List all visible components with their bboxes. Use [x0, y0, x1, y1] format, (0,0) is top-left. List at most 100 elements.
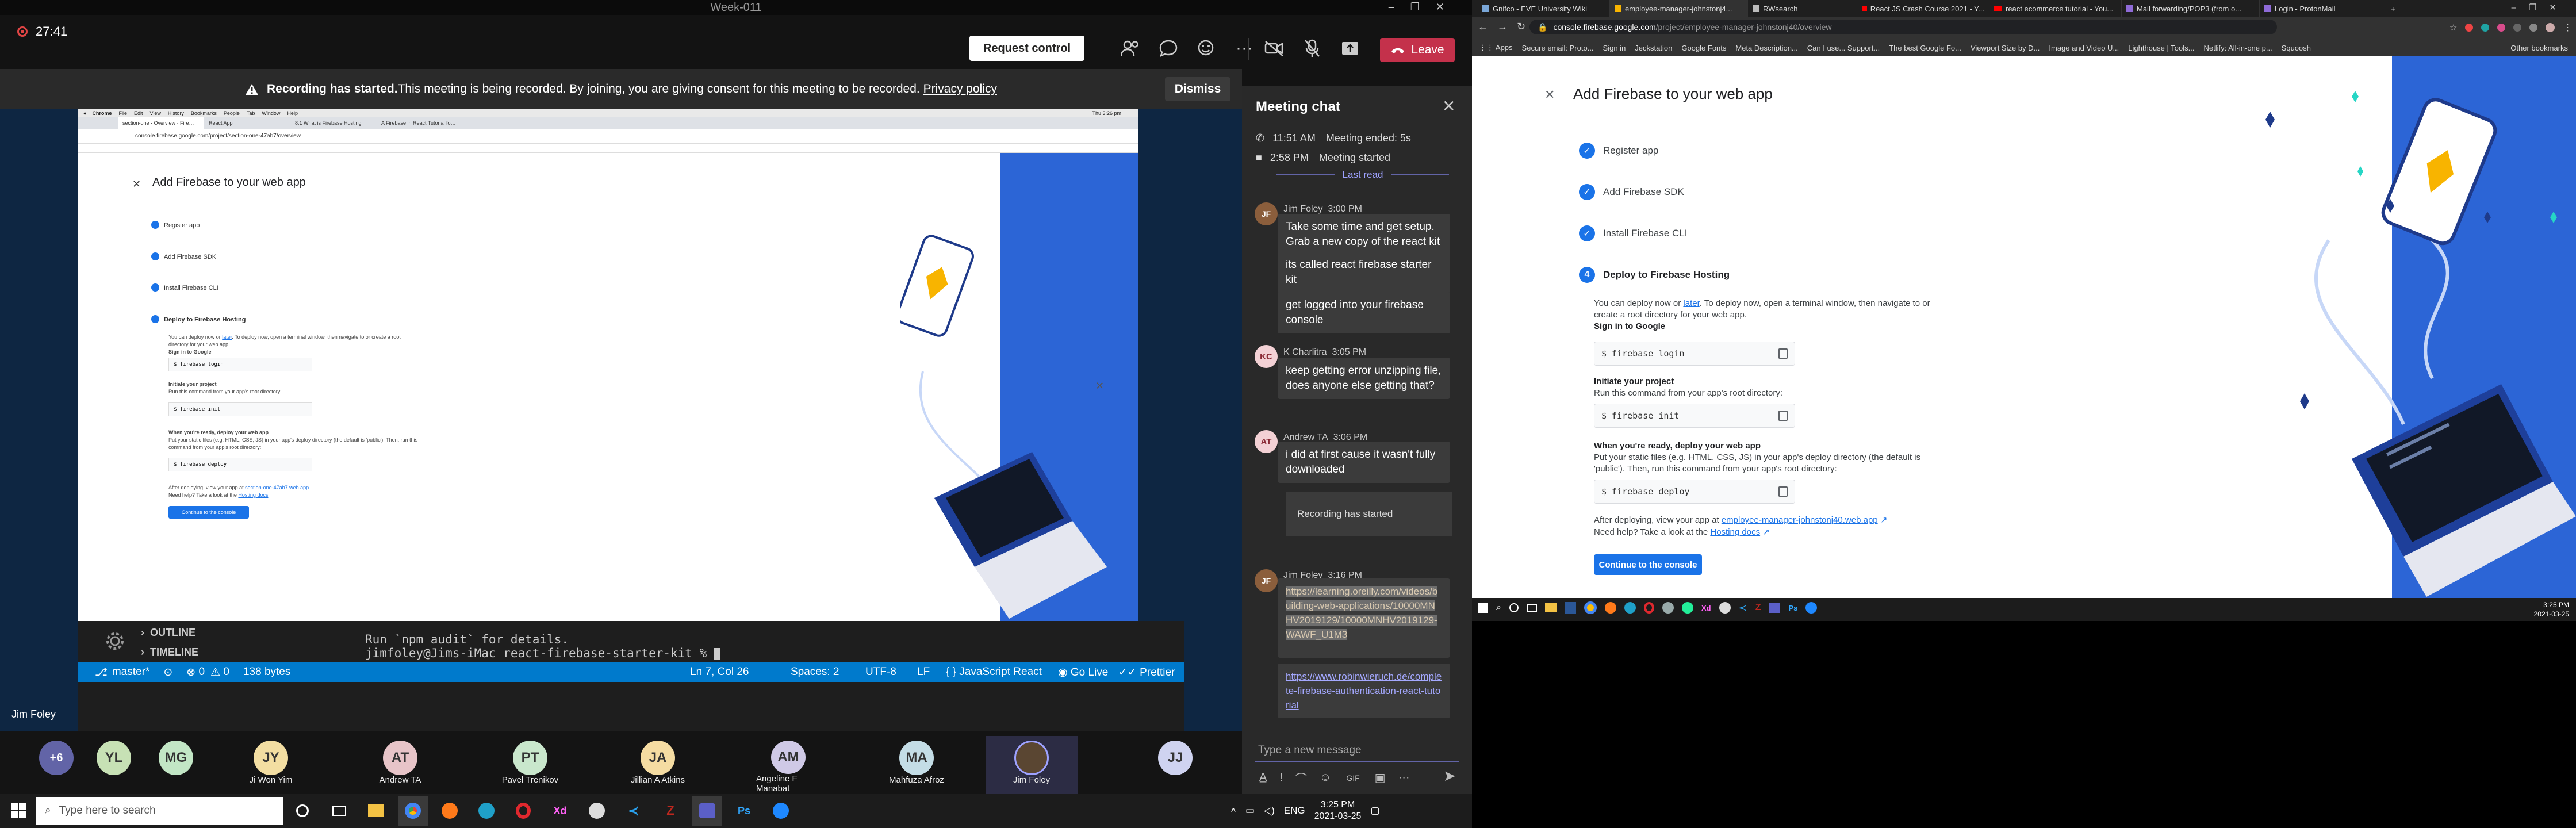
- participant-tile[interactable]: YL: [82, 736, 146, 793]
- teams-icon[interactable]: [692, 796, 722, 826]
- opera-icon[interactable]: [508, 796, 538, 826]
- settings-gear-icon[interactable]: [95, 621, 135, 661]
- extra-app-icon[interactable]: [1662, 602, 1674, 614]
- other-bookmarks[interactable]: Other bookmarks: [2510, 44, 2568, 52]
- chrome-icon[interactable]: [1584, 601, 1597, 614]
- chrome-icon[interactable]: [398, 796, 428, 826]
- new-tab-button[interactable]: +: [2386, 0, 2404, 17]
- chat-message[interactable]: keep getting error unzipping file, does …: [1278, 358, 1450, 399]
- participant-tile[interactable]: PT Pavel Trenikov: [498, 736, 562, 793]
- opera-icon[interactable]: [1643, 602, 1654, 614]
- share-tray-icon[interactable]: [1335, 33, 1365, 63]
- star-icon[interactable]: ☆: [2450, 22, 2457, 33]
- multitask-icon[interactable]: [1526, 604, 1537, 612]
- cursor-position[interactable]: Ln 7, Col 26: [690, 666, 749, 678]
- teams-icon[interactable]: [1769, 603, 1781, 613]
- copy-icon[interactable]: [1778, 348, 1788, 359]
- more-options-icon[interactable]: ···: [1229, 33, 1259, 63]
- task-view-icon[interactable]: [1509, 603, 1519, 612]
- later-link[interactable]: later: [1683, 298, 1699, 308]
- participant-tile[interactable]: +6: [24, 736, 89, 793]
- bookmark[interactable]: Image and Video U...: [2049, 44, 2119, 52]
- github-icon[interactable]: [1719, 602, 1731, 614]
- bookmark-apps[interactable]: ⋮⋮ Apps: [1479, 43, 1513, 52]
- request-control-button[interactable]: Request control: [969, 36, 1084, 61]
- terminal-prompt[interactable]: jimfoley@Jims-iMac react-firebase-starte…: [365, 646, 720, 660]
- firefox-icon[interactable]: [435, 796, 465, 826]
- xd-icon[interactable]: Xd: [545, 796, 575, 826]
- network-icon[interactable]: ▭: [1245, 805, 1255, 816]
- browser-tab[interactable]: Login - ProtonMail: [2260, 0, 2386, 17]
- profile-icon[interactable]: [2546, 23, 2555, 32]
- menu-icon[interactable]: ⋮: [2563, 22, 2572, 33]
- chat-icon[interactable]: [1153, 33, 1183, 63]
- address-bar[interactable]: 🔒 console.firebase.google.com/project/em…: [1529, 20, 2277, 34]
- privacy-policy-link[interactable]: Privacy policy: [923, 82, 997, 96]
- copy-icon[interactable]: [1778, 411, 1788, 421]
- extension-icon[interactable]: [2513, 24, 2522, 32]
- chat-message[interactable]: its called react firebase starter kit: [1278, 252, 1450, 293]
- browser-tab-active[interactable]: employee-manager-johnstonj4...: [1610, 0, 1748, 17]
- extension-icon[interactable]: [2465, 24, 2474, 32]
- mic-off-icon[interactable]: [1297, 33, 1327, 63]
- attach-icon[interactable]: ⌒: [1295, 769, 1307, 786]
- bookmark[interactable]: Squoosh: [2282, 44, 2311, 52]
- chat-link-message[interactable]: https://learning.oreilly.com/videos/buil…: [1278, 578, 1450, 658]
- filezilla-icon[interactable]: Z: [656, 796, 685, 826]
- firefox-icon[interactable]: [1604, 602, 1616, 614]
- participant-tile[interactable]: AT Andrew TA: [368, 736, 432, 793]
- git-branch[interactable]: master*: [112, 666, 150, 678]
- volume-icon[interactable]: ◁): [1264, 805, 1275, 816]
- photoshop-icon[interactable]: Ps: [729, 796, 759, 826]
- extra-app-icon[interactable]: [1681, 602, 1693, 614]
- bookmark[interactable]: Lighthouse | Tools...: [2128, 44, 2194, 52]
- browser-tab[interactable]: Mail forwarding/POP3 (from o...: [2122, 0, 2260, 17]
- participant-tile[interactable]: MA Mahfuza Afroz: [884, 736, 949, 793]
- copy-icon[interactable]: [1778, 486, 1788, 497]
- camera-off-icon[interactable]: [1259, 33, 1289, 63]
- file-explorer-icon[interactable]: [1544, 603, 1557, 612]
- close-icon[interactable]: ✕: [1442, 97, 1455, 116]
- reactions-icon[interactable]: [1191, 33, 1221, 63]
- edge-icon[interactable]: [471, 796, 501, 826]
- chevron-up-icon[interactable]: ˄: [1230, 805, 1236, 816]
- github-icon[interactable]: [582, 796, 612, 826]
- extension-icon[interactable]: [2481, 24, 2490, 32]
- participant-tile[interactable]: JJ: [1143, 736, 1208, 793]
- browser-tab[interactable]: RWsearch: [1748, 0, 1857, 17]
- bookmark[interactable]: Viewport Size by D...: [1971, 44, 2040, 52]
- extension-icon[interactable]: [2497, 24, 2506, 32]
- bookmark[interactable]: Jeckstation: [1635, 44, 1672, 52]
- firefox-dev-icon[interactable]: [766, 796, 796, 826]
- gif-icon[interactable]: GIF: [1344, 772, 1362, 783]
- browser-tab[interactable]: react ecommerce tutorial - You...: [1989, 0, 2122, 17]
- more-icon[interactable]: ···: [1398, 771, 1410, 784]
- window-controls[interactable]: –❐✕: [1389, 1, 1460, 13]
- photoshop-icon[interactable]: Ps: [1788, 604, 1797, 612]
- search-icon[interactable]: ⌕: [1496, 603, 1501, 613]
- leave-button[interactable]: Leave: [1380, 38, 1455, 62]
- outline-section[interactable]: › OUTLINE: [141, 627, 195, 639]
- important-icon[interactable]: !: [1279, 771, 1283, 784]
- participant-tile[interactable]: Jim Foley: [986, 736, 1078, 793]
- bookmark[interactable]: Can I use... Support...: [1807, 44, 1880, 52]
- forward-icon[interactable]: →: [1497, 21, 1508, 33]
- participant-tile[interactable]: MG: [144, 736, 208, 793]
- chat-message[interactable]: Take some time and get setup. Grab a new…: [1278, 214, 1450, 255]
- eol[interactable]: LF: [917, 666, 930, 678]
- message-input[interactable]: Type a new message: [1255, 739, 1459, 762]
- word-icon[interactable]: [1564, 602, 1576, 614]
- dismiss-button[interactable]: Dismiss: [1165, 77, 1230, 101]
- participant-tile[interactable]: AM Angeline F Manabat: [756, 736, 821, 793]
- vscode-icon[interactable]: ≺: [619, 796, 649, 826]
- hosting-docs-link[interactable]: Hosting docs: [1710, 527, 1760, 537]
- filezilla-icon[interactable]: Z: [1755, 603, 1761, 613]
- taskbar-search[interactable]: ⌕ Type here to search: [36, 797, 283, 825]
- clock[interactable]: 3:25 PM 2021-03-25: [2534, 600, 2569, 619]
- extension-icon[interactable]: [2529, 24, 2538, 32]
- participants-icon[interactable]: [1116, 33, 1145, 63]
- task-view-icon[interactable]: [288, 796, 317, 826]
- send-icon[interactable]: ➤: [1443, 767, 1456, 785]
- bookmark[interactable]: Sign in: [1603, 44, 1626, 52]
- file-explorer-icon[interactable]: [361, 796, 391, 826]
